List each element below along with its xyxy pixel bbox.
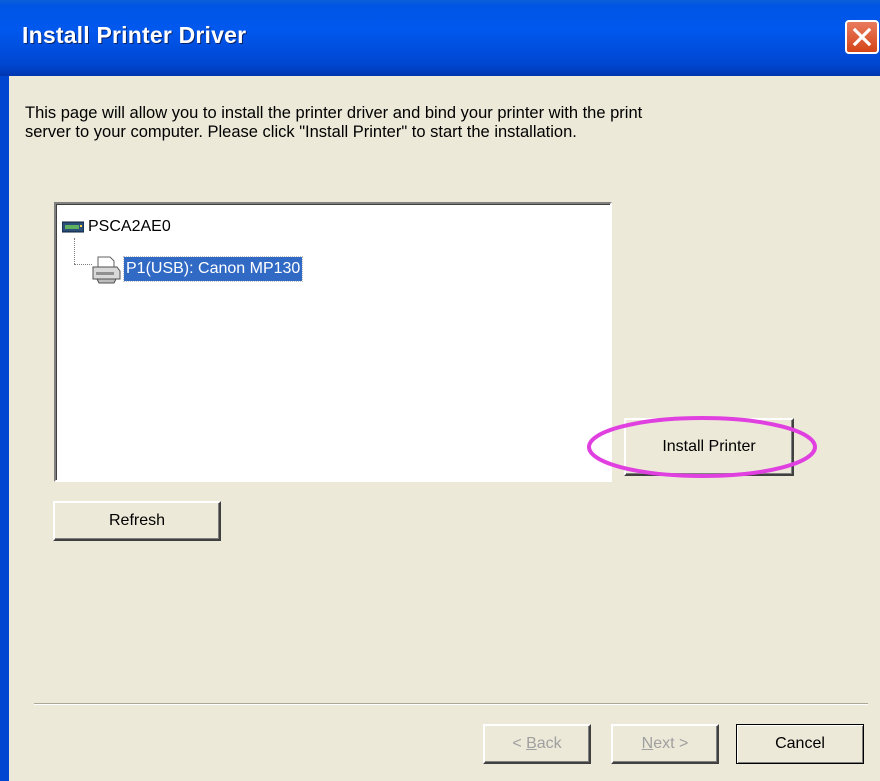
cancel-label: Cancel — [775, 735, 825, 752]
cancel-button[interactable]: Cancel — [736, 724, 864, 764]
window-left-border — [0, 76, 9, 781]
next-mnemonic: N — [641, 735, 654, 752]
footer-separator — [34, 703, 868, 705]
tree-node-printer[interactable]: P1(USB): Canon MP130 — [90, 249, 304, 289]
next-label-rest: ext > — [653, 735, 689, 752]
install-printer-driver-dialog: Install Printer Driver This page will al… — [0, 0, 880, 781]
instructions-line-1: This page will allow you to install the … — [25, 104, 643, 122]
printer-tree-view[interactable]: PSCA2AE0 P1(USB): Canon MP130 — [54, 202, 612, 482]
install-printer-label: Install Printer — [662, 438, 756, 455]
instructions-line-2: server to your computer. Please click "I… — [25, 123, 577, 141]
tree-connector-vertical — [74, 238, 75, 264]
back-mnemonic: B — [526, 735, 537, 752]
next-button[interactable]: Next > — [611, 724, 719, 764]
printer-label: P1(USB): Canon MP130 — [122, 256, 304, 282]
print-server-icon — [62, 221, 84, 233]
close-button[interactable] — [845, 20, 879, 54]
back-label-rest: ack — [536, 735, 562, 752]
refresh-label: Refresh — [108, 512, 166, 529]
tree-node-print-server[interactable]: PSCA2AE0 — [62, 216, 171, 238]
install-printer-button[interactable]: Install Printer — [624, 418, 794, 476]
back-button[interactable]: < Back — [483, 724, 591, 764]
instructions-text: This page will allow you to install the … — [25, 104, 805, 142]
back-prefix: < — [512, 735, 527, 752]
printer-icon — [92, 256, 121, 284]
refresh-button[interactable]: Refresh — [53, 501, 221, 541]
close-icon — [852, 27, 872, 47]
window-title: Install Printer Driver — [22, 22, 247, 48]
print-server-label: PSCA2AE0 — [88, 218, 171, 235]
title-bar[interactable]: Install Printer Driver — [0, 0, 880, 76]
